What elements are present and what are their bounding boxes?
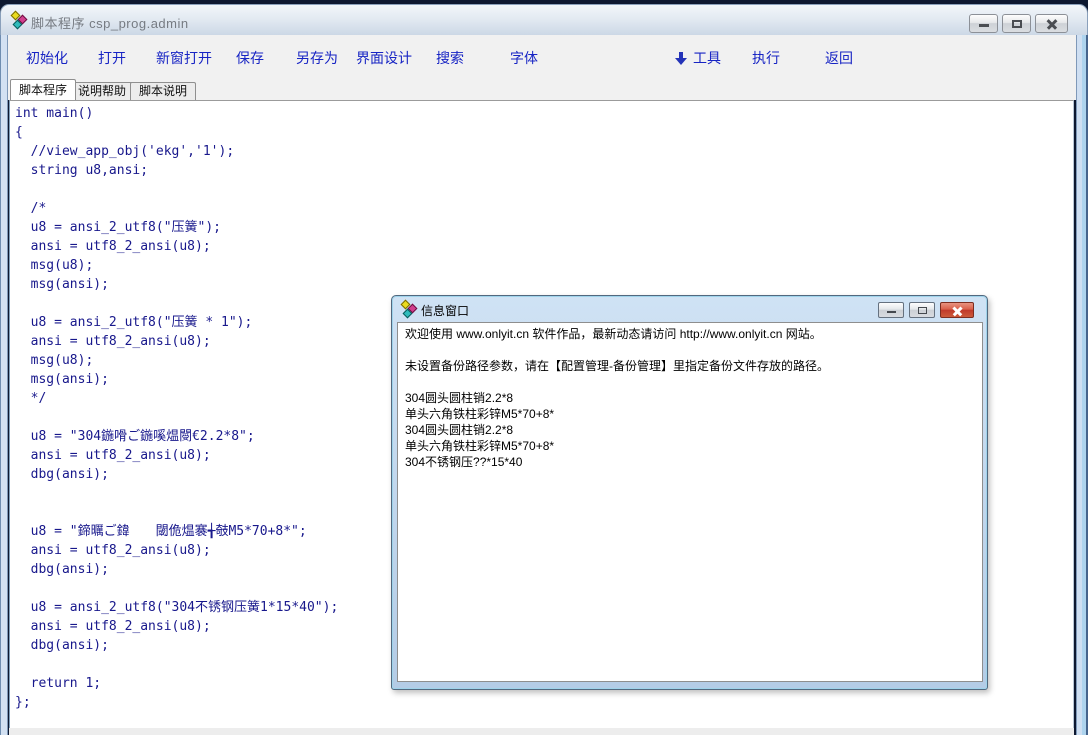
toolbar-button-open[interactable]: 打开 — [98, 48, 126, 68]
close-button[interactable] — [1035, 14, 1068, 33]
info-window-titlebar: 信息窗口 — [392, 296, 987, 322]
window-title: 脚本程序 csp_prog.admin — [31, 13, 189, 32]
toolbar: 初始化 打开 新窗打开 保存 另存为 界面设计 搜索 字体 工具 执行 返回 — [8, 35, 1076, 79]
restore-icon — [1012, 20, 1022, 28]
toolbar-button-ui-design[interactable]: 界面设计 — [356, 48, 412, 68]
app-diamonds-icon — [401, 301, 418, 318]
info-window-title: 信息窗口 — [421, 302, 469, 319]
toolbar-button-font[interactable]: 字体 — [510, 48, 538, 68]
info-message-area: 欢迎使用 www.onlyit.cn 软件作品，最新动态请访问 http://w… — [397, 322, 983, 682]
toolbar-button-save[interactable]: 保存 — [236, 48, 264, 68]
info-window: 信息窗口 欢迎使用 www.onlyit.cn 软件作品，最新动态请访问 htt… — [391, 295, 988, 690]
popup-minimize-button[interactable] — [878, 302, 904, 318]
tab-script-notes[interactable]: 脚本说明 — [130, 82, 196, 100]
main-titlebar: 脚本程序 csp_prog.admin — [0, 4, 1088, 35]
window-frame-right — [1076, 35, 1088, 735]
toolbar-button-open-new[interactable]: 新窗打开 — [156, 48, 212, 68]
popup-maximize-button[interactable] — [909, 302, 935, 318]
toolbar-button-tools-label: 工具 — [693, 48, 721, 68]
toolbar-button-search[interactable]: 搜索 — [436, 48, 464, 68]
code-editor-text: int main() { //view_app_obj('ekg','1'); … — [15, 104, 338, 712]
window-frame-left — [0, 35, 8, 735]
toolbar-button-execute[interactable]: 执行 — [752, 48, 780, 68]
minimize-icon — [979, 24, 989, 27]
minimize-button[interactable] — [969, 14, 998, 33]
maximize-icon — [918, 307, 927, 314]
minimize-icon — [887, 311, 896, 314]
restore-button[interactable] — [1002, 14, 1031, 33]
window-bottom-strip — [9, 728, 1074, 735]
arrow-down-icon — [675, 51, 687, 66]
tab-script-program[interactable]: 脚本程序 — [10, 79, 76, 100]
toolbar-button-return[interactable]: 返回 — [825, 48, 853, 68]
popup-close-button[interactable] — [940, 302, 974, 318]
info-message-text: 欢迎使用 www.onlyit.cn 软件作品，最新动态请访问 http://w… — [405, 326, 829, 470]
toolbar-button-tools[interactable]: 工具 — [675, 48, 721, 68]
script-program-window: 脚本程序 csp_prog.admin 初始化 打开 新窗打开 保存 另存为 界… — [0, 4, 1088, 735]
toolbar-button-save-as[interactable]: 另存为 — [296, 48, 338, 68]
app-diamonds-icon — [11, 12, 28, 29]
toolbar-button-init[interactable]: 初始化 — [26, 48, 68, 68]
tab-help[interactable]: 说明帮助 — [69, 82, 135, 100]
tab-bar: 脚本程序 说明帮助 脚本说明 — [8, 79, 1076, 100]
